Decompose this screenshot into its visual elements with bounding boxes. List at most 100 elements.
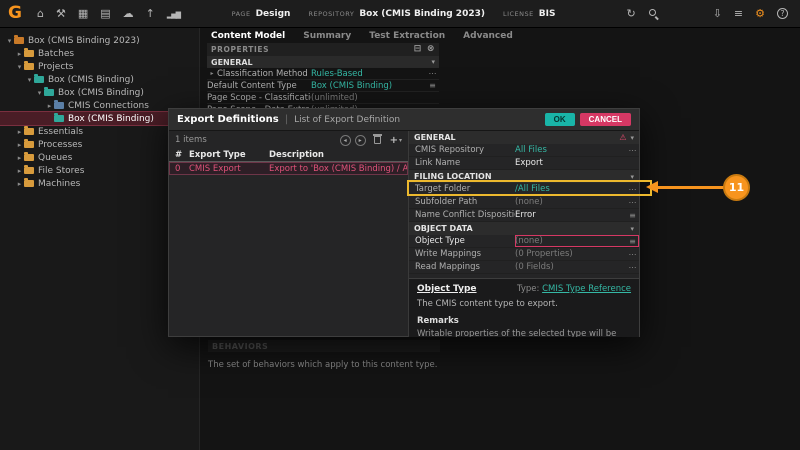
tree-item-root[interactable]: Box (CMIS Binding 2023) — [0, 34, 199, 47]
export-row-selected[interactable]: 0 CMIS Export Export to 'Box (CMIS Bindi… — [169, 162, 408, 175]
property-row-default-content-type[interactable]: Default Content Type Box (CMIS Binding) — [207, 80, 439, 92]
property-label: Default Content Type — [207, 81, 311, 91]
tab-advanced[interactable]: Advanced — [463, 31, 513, 41]
expander-icon[interactable] — [5, 37, 14, 45]
tree-item-projects[interactable]: Projects — [0, 60, 199, 73]
refresh-icon[interactable] — [626, 8, 635, 19]
upload-icon[interactable] — [146, 8, 155, 19]
property-value[interactable]: All Files — [515, 145, 626, 155]
add-icon[interactable] — [390, 135, 398, 146]
grid-icon[interactable] — [78, 8, 88, 19]
expander-icon[interactable] — [15, 128, 24, 136]
menu-icon[interactable] — [734, 8, 743, 19]
save-icon[interactable] — [414, 45, 422, 54]
breadcrumb-page: PAGE Design — [232, 9, 291, 19]
expander-icon[interactable] — [15, 50, 24, 58]
home-icon[interactable] — [37, 8, 44, 19]
delete-icon[interactable] — [374, 136, 381, 144]
ellipsis-icon[interactable] — [626, 185, 639, 194]
tree-item-label: Projects — [38, 62, 73, 72]
expander-icon[interactable] — [15, 180, 24, 188]
topbar-right-icons — [620, 8, 800, 19]
property-value[interactable]: (none) — [515, 236, 626, 246]
tab-summary[interactable]: Summary — [303, 31, 351, 41]
group-header-object-data[interactable]: OBJECT DATA ▾ — [409, 222, 639, 235]
expander-icon[interactable] — [15, 167, 24, 175]
property-row-link-name[interactable]: Link Name Export — [409, 157, 639, 170]
tree-item-batches[interactable]: Batches — [0, 47, 199, 60]
expander-icon[interactable] — [15, 63, 24, 71]
group-label: GENERAL — [211, 58, 253, 67]
property-row-target-folder[interactable]: Target Folder /All Files — [409, 183, 639, 196]
tree-item-project[interactable]: Box (CMIS Binding) — [0, 73, 199, 86]
breadcrumb-label: LICENSE — [503, 10, 534, 18]
move-down-icon[interactable] — [355, 135, 366, 146]
property-row-object-type[interactable]: Object Type (none) — [409, 235, 639, 248]
group-header-general[interactable]: GENERAL ▾ — [409, 131, 639, 144]
property-value[interactable]: (0 Fields) — [515, 262, 626, 272]
export-properties-panel: GENERAL ▾ CMIS Repository All Files Link… — [409, 131, 639, 337]
property-value[interactable]: Rules-Based — [311, 69, 426, 79]
tree-item-label: File Stores — [38, 166, 84, 176]
property-value[interactable]: (unlimited) — [311, 93, 426, 103]
tree-item-content-model[interactable]: Box (CMIS Binding) — [0, 86, 199, 99]
object-type-error-cell[interactable]: (none) — [515, 235, 639, 247]
project-icon — [34, 76, 44, 83]
ok-button[interactable]: OK — [545, 113, 575, 126]
property-label: Target Folder — [409, 184, 515, 194]
expander-icon[interactable] — [35, 89, 44, 97]
close-icon[interactable] — [427, 45, 435, 54]
expander-icon[interactable] — [45, 102, 54, 110]
move-up-icon[interactable] — [340, 135, 351, 146]
row-expander-icon[interactable]: ▸ — [207, 70, 217, 77]
ellipsis-icon[interactable] — [626, 146, 639, 155]
tools-icon[interactable] — [56, 8, 66, 19]
cards-icon[interactable] — [100, 8, 110, 19]
group-header-general[interactable]: GENERAL ▾ — [207, 56, 439, 68]
gear-icon[interactable] — [755, 8, 765, 19]
property-value[interactable]: Box (CMIS Binding) — [311, 81, 426, 91]
property-label: Name Conflict Disposition — [409, 210, 515, 220]
property-row-write-mappings[interactable]: Write Mappings (0 Properties) — [409, 248, 639, 261]
property-row-subfolder-path[interactable]: Subfolder Path (none) — [409, 196, 639, 209]
group-header-filing-location[interactable]: FILING LOCATION ▾ — [409, 170, 639, 183]
behaviors-section: BEHAVIORS The set of behaviors which app… — [208, 340, 628, 370]
ellipsis-icon[interactable] — [626, 198, 639, 207]
property-row-page-scope-classification[interactable]: Page Scope - Classification (unlimited) — [207, 92, 439, 104]
breadcrumb-repository: REPOSITORY Box (CMIS Binding 2023) — [308, 9, 485, 19]
property-row-name-conflict-disposition[interactable]: Name Conflict Disposition Error — [409, 209, 639, 222]
breadcrumb-license: LICENSE BIS — [503, 9, 555, 19]
folder-icon — [54, 102, 64, 109]
help-icon[interactable] — [777, 8, 788, 19]
download-icon[interactable] — [713, 8, 722, 19]
ellipsis-icon[interactable] — [426, 69, 439, 78]
dropdown-icon[interactable] — [626, 237, 639, 246]
tree-item-label: Box (CMIS Binding 2023) — [28, 36, 140, 46]
dropdown-icon[interactable] — [426, 81, 439, 90]
ellipsis-icon[interactable] — [626, 263, 639, 272]
property-value[interactable]: (0 Properties) — [515, 249, 626, 259]
cancel-button[interactable]: CANCEL — [580, 113, 631, 126]
property-value[interactable]: Error — [515, 210, 626, 220]
help-type-link[interactable]: CMIS Type Reference — [542, 284, 631, 294]
dialog-header[interactable]: Export Definitions | List of Export Defi… — [169, 109, 639, 131]
ellipsis-icon[interactable] — [626, 250, 639, 259]
property-value[interactable]: Export — [515, 158, 626, 168]
breadcrumb-label: PAGE — [232, 10, 251, 18]
tab-content-model[interactable]: Content Model — [211, 31, 285, 41]
cloud-icon[interactable] — [123, 8, 134, 19]
expander-icon[interactable] — [25, 76, 34, 84]
stats-icon[interactable] — [167, 8, 180, 19]
search-icon[interactable] — [648, 8, 659, 19]
expander-icon[interactable] — [15, 141, 24, 149]
property-row-read-mappings[interactable]: Read Mappings (0 Fields) — [409, 261, 639, 274]
expander-icon[interactable] — [15, 154, 24, 162]
property-row-cmis-repository[interactable]: CMIS Repository All Files — [409, 144, 639, 157]
tab-test-extraction[interactable]: Test Extraction — [369, 31, 445, 41]
property-value[interactable]: /All Files — [515, 184, 626, 194]
property-value[interactable]: (none) — [515, 197, 626, 207]
add-caret-icon[interactable] — [399, 137, 402, 144]
dropdown-icon[interactable] — [626, 211, 639, 220]
property-row-classification-method[interactable]: ▸ Classification Method Rules-Based — [207, 68, 439, 80]
warning-icon — [619, 133, 626, 142]
